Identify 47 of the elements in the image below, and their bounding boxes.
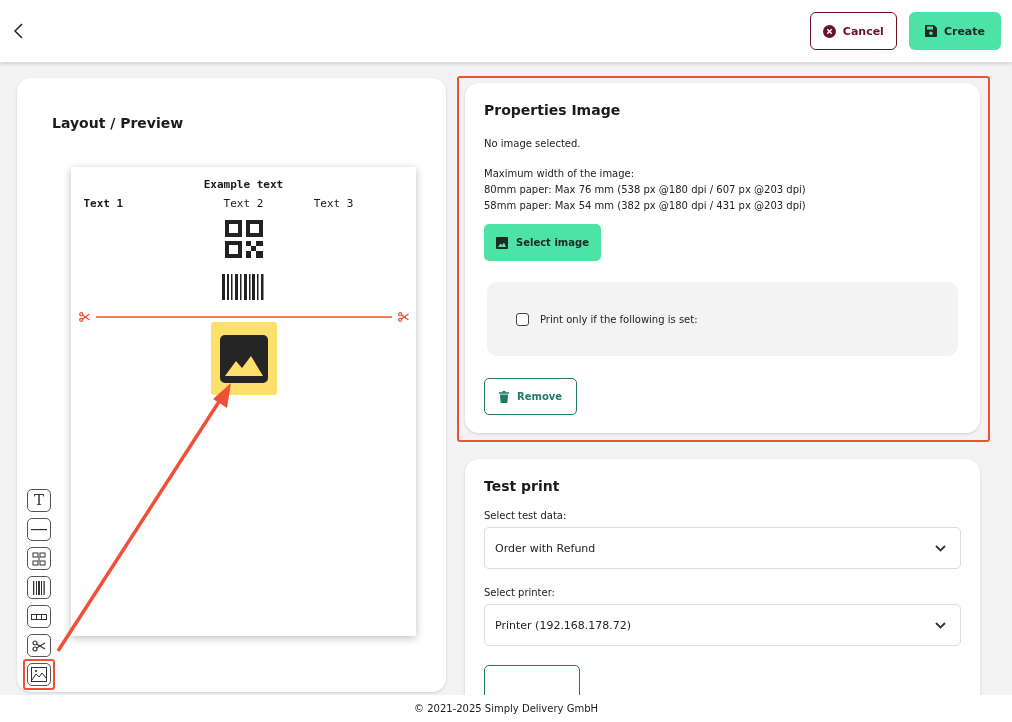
scissors-icon [32,639,46,652]
text-tool-button[interactable]: T [27,489,51,512]
select-image-button[interactable]: Select image [484,224,601,261]
preview-title: Layout / Preview [51,114,185,131]
copyright-text: © 2021-2025 Simply Delivery GmbH [0,695,1012,722]
chevron-down-icon [935,621,946,629]
barcode-icon [222,274,265,300]
image-icon [218,333,269,384]
receipt-text: Text 2 [222,197,265,210]
cut-tool-button[interactable] [27,634,51,657]
receipt-heading: Example text [203,178,284,191]
barcode-tool-button[interactable] [27,576,51,599]
info-text: 80mm paper: Max 76 mm (538 px @180 dpi / 607 px @203 dpi) [484,184,807,195]
line-tool-button[interactable] [27,518,51,541]
properties-title: Properties Image [484,102,622,118]
receipt-text: Text 1 [83,197,125,210]
image-icon [31,667,47,682]
trash-icon [499,390,509,403]
scissors-icon [397,312,409,322]
line-icon [31,528,47,531]
qr-tool-button[interactable] [27,547,51,570]
create-button[interactable]: Create [908,12,1001,50]
save-icon [924,25,937,37]
qr-code-icon [32,551,46,566]
cancel-button[interactable]: Cancel [809,12,897,50]
status-text: No image selected. [484,138,582,149]
info-text: 58mm paper: Max 54 mm (382 px @180 dpi / 431 px @203 dpi) [484,200,807,211]
columns-icon [31,613,47,620]
field-label: Select test data: [484,510,568,521]
scissors-icon [78,312,90,322]
field-label: Select printer: [484,587,556,598]
qr-code-icon [224,220,263,258]
info-text: Maximum width of the image: [484,168,636,179]
checkbox-label: Print only if the following is set: [540,313,698,325]
image-icon [496,236,508,249]
chevron-down-icon [935,544,946,552]
remove-button[interactable]: Remove [484,378,578,415]
chevron-left-icon [14,23,23,39]
checkbox[interactable] [516,312,529,326]
test-print-title: Test print [484,478,561,494]
columns-tool-button[interactable] [27,605,51,628]
receipt-text: Text 3 [312,197,355,210]
close-icon [822,24,836,38]
image-element[interactable] [210,322,277,395]
dropdown[interactable]: Printer (192.168.178.72) [484,604,961,646]
dropdown[interactable]: Order with Refund [484,527,961,569]
barcode-icon [33,580,45,595]
